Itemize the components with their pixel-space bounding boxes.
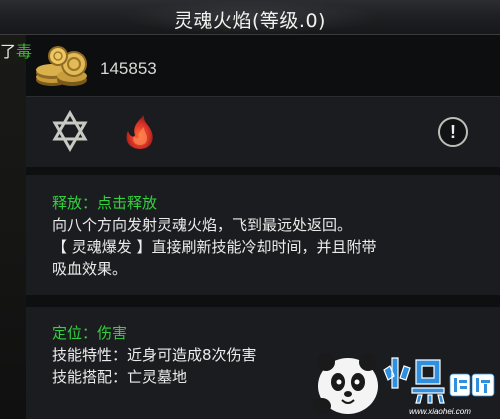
background-chat-text: 了毒: [0, 38, 32, 62]
release-description-line1: 向八个方向发射灵魂火焰，飞到最远处返回。: [52, 216, 353, 234]
hexagram-star-icon: [52, 109, 88, 153]
svg-text:www.xiaohei.com: www.xiaohei.com: [409, 407, 471, 416]
chat-prefix: 了: [0, 42, 17, 61]
watermark-logo: www.xiaohei.com: [313, 353, 495, 416]
info-button[interactable]: !: [438, 117, 468, 147]
currency-row: 145853: [34, 42, 474, 90]
skill-combo-text: 技能搭配：亡灵墓地: [52, 368, 188, 386]
section-divider: [26, 295, 500, 307]
chat-highlight: 毒: [16, 42, 33, 61]
currency-value: 145853: [100, 59, 157, 78]
background-chat-strip: [0, 0, 26, 418]
release-description-line2: 【 灵魂爆发 】直接刷新技能冷却时间，并且附带: [52, 238, 377, 256]
release-label: 释放：点击释放: [52, 194, 158, 212]
title-bar: 灵魂火焰(等级.0): [0, 0, 500, 35]
gold-coins-icon: [36, 46, 87, 86]
flame-icon: [126, 115, 153, 149]
positioning-label: 定位：伤害: [52, 324, 128, 342]
skill-title: 灵魂火焰(等级.0): [174, 10, 326, 32]
release-section: 释放：点击释放 向八个方向发射灵魂火焰，飞到最远处返回。 【 灵魂爆发 】直接刷…: [26, 175, 500, 295]
section-divider: [26, 167, 500, 175]
release-description-line3: 吸血效果。: [52, 260, 128, 278]
skill-trait-text: 技能特性：近身可造成8次伤害: [52, 346, 257, 364]
